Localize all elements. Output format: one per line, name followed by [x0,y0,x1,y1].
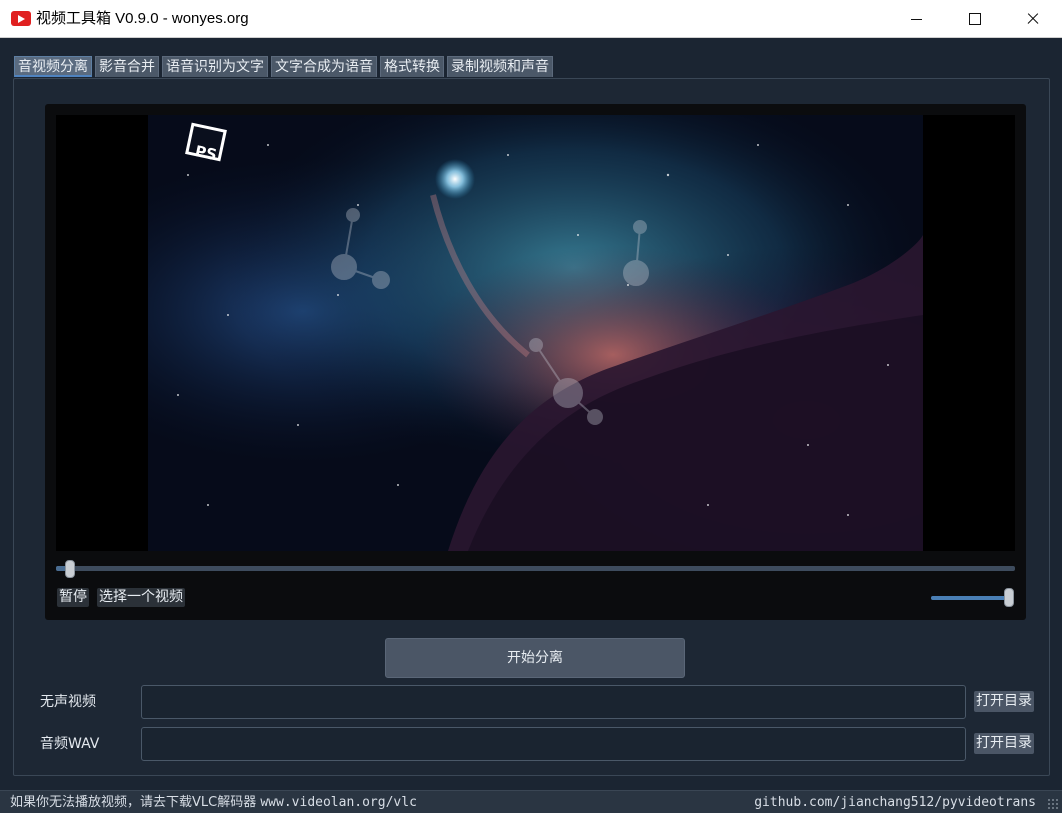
resize-grip-icon[interactable] [1047,798,1059,810]
tab-text-to-speech[interactable]: 文字合成为语音 [271,56,377,77]
video-display[interactable]: PS [56,115,1015,551]
vlc-link[interactable]: www.videolan.org/vlc [260,795,417,810]
volume-slider-fill [931,596,1009,600]
maximize-button[interactable] [945,0,1003,38]
pause-button[interactable]: 暂停 [57,588,89,607]
window-title: 视频工具箱 V0.9.0 - wonyes.org [36,10,249,27]
video-frame-image [148,115,923,551]
tab-format-convert[interactable]: 格式转换 [380,56,444,77]
tab-av-merge[interactable]: 影音合并 [95,56,159,77]
start-separate-button[interactable]: 开始分离 [385,638,685,678]
title-bar: 视频工具箱 V0.9.0 - wonyes.org [0,0,1062,38]
app-icon [11,11,31,26]
tab-speech-to-text[interactable]: 语音识别为文字 [162,56,268,77]
volume-slider-handle[interactable] [1004,588,1014,607]
seek-bar-handle[interactable] [65,560,76,578]
ps-logo-text: PS [193,141,219,165]
status-vlc-hint: 如果你无法播放视频，请去下载VLC解码器 www.videolan.org/vl… [10,794,417,811]
seek-bar-track[interactable] [56,566,1015,571]
tab-av-separate[interactable]: 音视频分离 [14,56,92,77]
silent-video-label: 无声视频 [40,694,96,710]
minimize-button[interactable] [887,0,945,38]
tab-record[interactable]: 录制视频和声音 [447,56,553,77]
github-link[interactable]: github.com/jianchang512/pyvideotrans [754,794,1036,811]
audio-wav-path-input[interactable] [141,727,966,761]
open-audio-wav-dir-button[interactable]: 打开目录 [974,733,1034,754]
status-vlc-text: 如果你无法播放视频，请去下载VLC解码器 [10,795,257,810]
status-bar: 如果你无法播放视频，请去下载VLC解码器 www.videolan.org/vl… [0,790,1062,813]
open-silent-video-dir-button[interactable]: 打开目录 [974,691,1034,712]
choose-video-button[interactable]: 选择一个视频 [97,588,185,607]
silent-video-path-input[interactable] [141,685,966,719]
video-frame: PS [148,115,923,551]
close-button[interactable] [1003,0,1061,38]
tab-bar: 音视频分离 影音合并 语音识别为文字 文字合成为语音 格式转换 录制视频和声音 [14,56,553,78]
audio-wav-label: 音频WAV [40,736,100,752]
